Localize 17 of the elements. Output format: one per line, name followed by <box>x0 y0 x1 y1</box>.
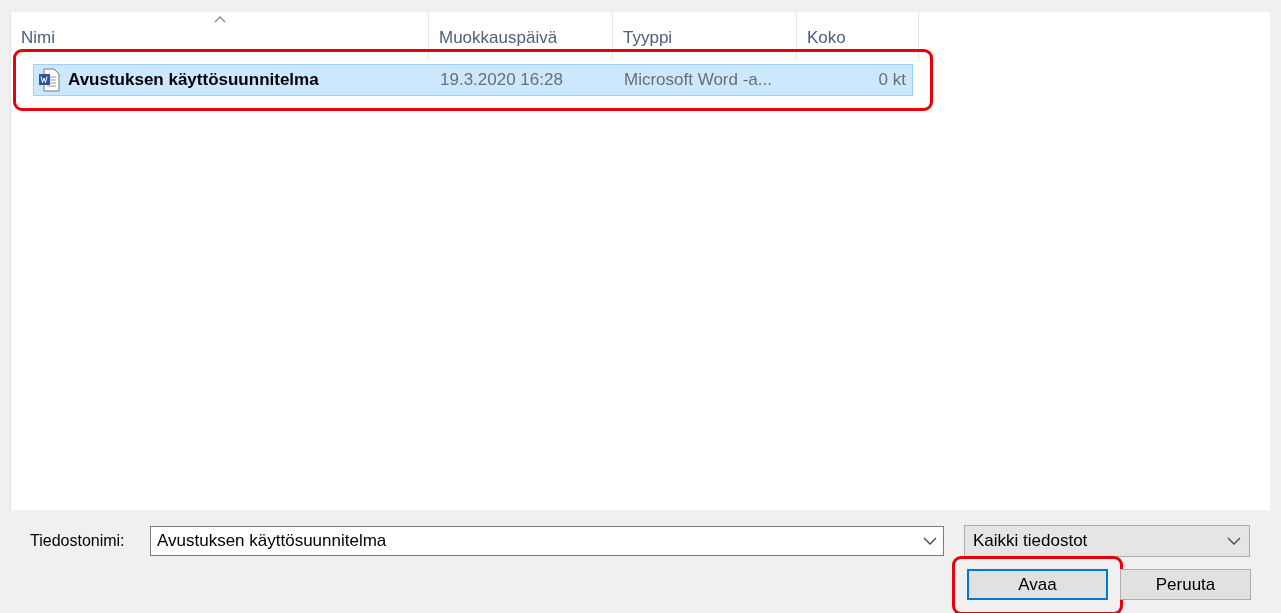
column-header[interactable]: Nimi <box>11 12 429 60</box>
dialog-button[interactable]: Avaa <box>967 569 1108 600</box>
filename-label: Tiedostonimi: <box>30 532 126 550</box>
file-row[interactable]: Avustuksen käyttösuunnitelma 19.3.2020 16:28 Microsoft Word -a... 0 kt <box>33 64 913 96</box>
file-type: Microsoft Word -a... <box>623 70 773 90</box>
column-header[interactable]: Koko <box>797 12 919 60</box>
word-document-icon <box>38 68 60 92</box>
modified-date: 19.3.2020 16:28 <box>439 70 564 90</box>
dialog-button[interactable]: Peruuta <box>1120 569 1251 600</box>
filename-field[interactable]: Avustuksen käyttösuunnitelma <box>150 526 944 556</box>
file-size: 0 kt <box>877 70 907 90</box>
column-header[interactable]: Tyyppi <box>613 12 797 60</box>
dropdown-chevron-icon <box>923 537 937 545</box>
file-type-dropdown[interactable]: Kaikki tiedostot <box>964 525 1250 557</box>
dropdown-chevron-icon <box>1227 537 1241 545</box>
file-name: Avustuksen käyttösuunnitelma <box>68 70 320 90</box>
column-header[interactable]: Muokkauspäivä <box>429 12 613 60</box>
